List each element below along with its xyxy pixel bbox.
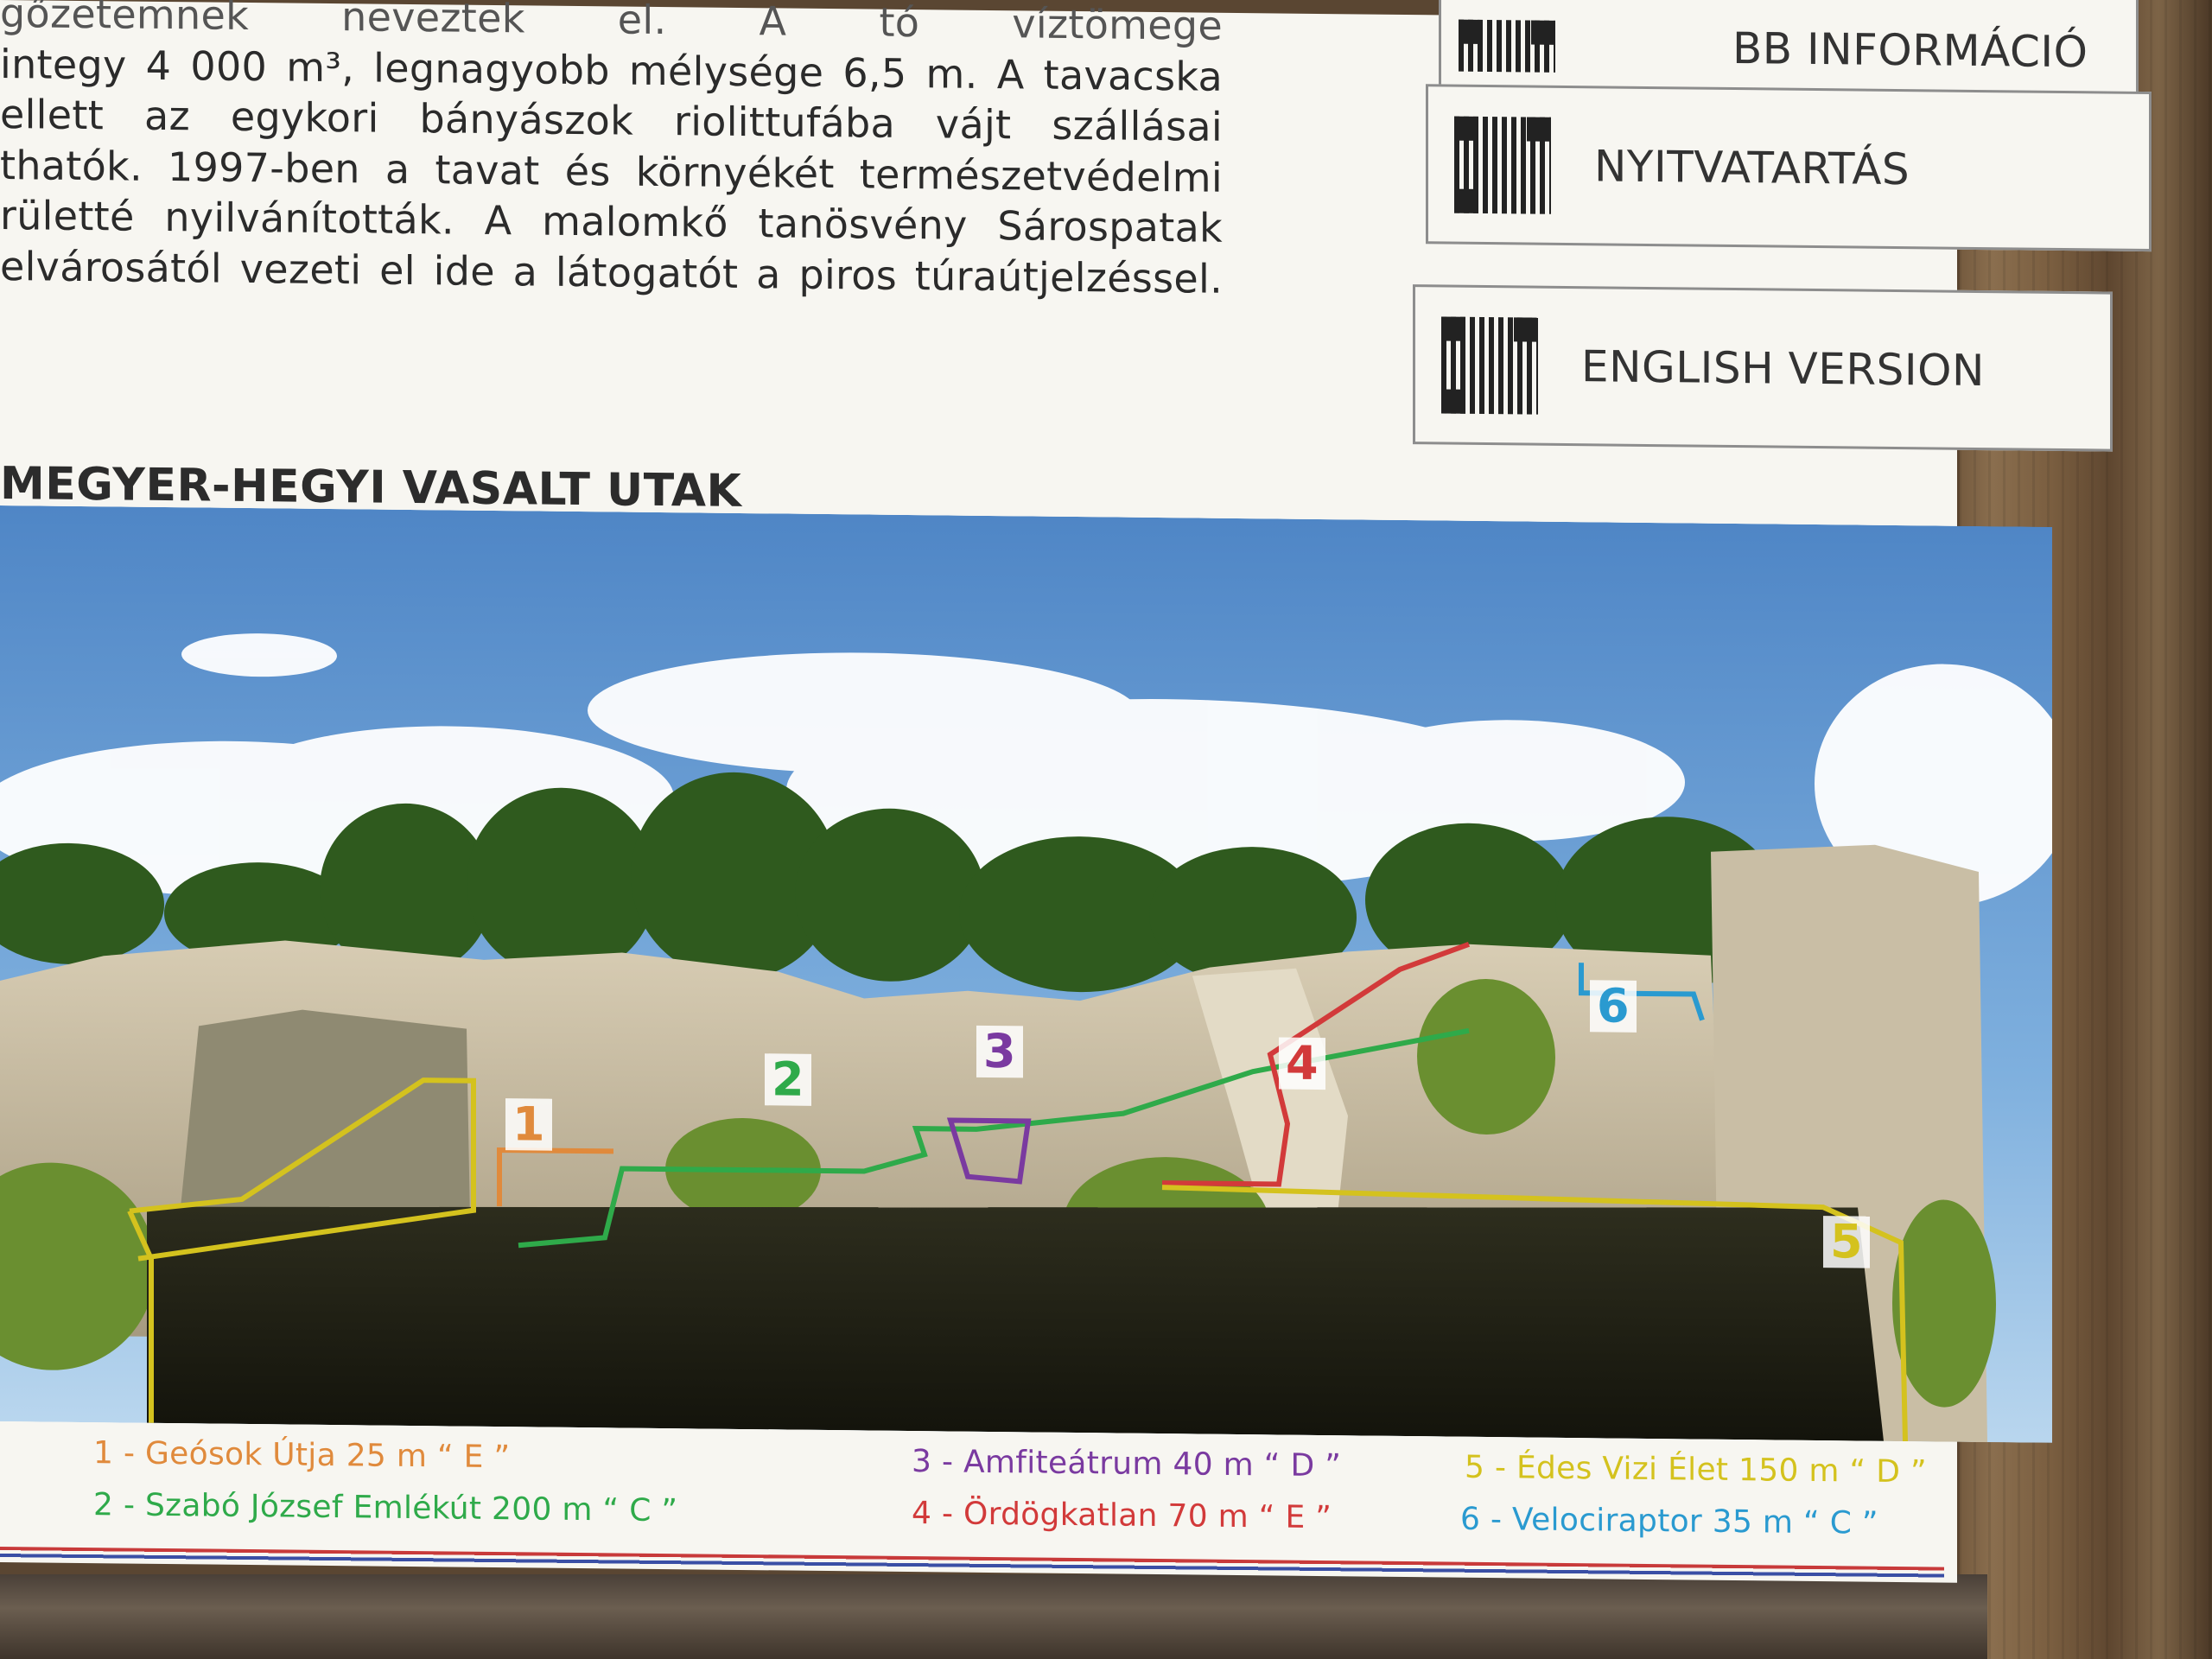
qr-button-english-version-label: ENGLISH VERSION — [1581, 340, 1985, 396]
route-marker-5: 5 — [1823, 1214, 1870, 1269]
legend-route-5: 5 - Édes Vizi Élet 150 m “ D ” — [1465, 1449, 1927, 1491]
info-sign-board: gőzetemnek neveztek el. A tó víztömege i… — [0, 0, 2152, 1583]
legend-route-2: 2 - Szabó József Emlékút 200 m “ C ” — [93, 1487, 678, 1529]
route-marker-3: 3 — [976, 1024, 1023, 1078]
intro-paragraph: gőzetemnek neveztek el. A tó víztömege i… — [0, 0, 1223, 304]
route-marker-4: 4 — [1279, 1036, 1325, 1090]
qr-button-english-version[interactable]: ENGLISH VERSION — [1413, 284, 2113, 452]
legend-route-6: 6 - Velociraptor 35 m “ C ” — [1460, 1501, 1878, 1541]
qr-code-icon — [1454, 116, 1551, 214]
legend-route-4: 4 - Ördögkatlan 70 m “ E ” — [912, 1496, 1332, 1536]
route-marker-1: 1 — [505, 1096, 552, 1152]
route-marker-6: 6 — [1590, 978, 1637, 1033]
legend-route-1: 1 - Geósok Útja 25 m “ E ” — [93, 1435, 511, 1476]
wooden-frame-bottom — [0, 1574, 1987, 1659]
route-marker-2: 2 — [765, 1052, 811, 1107]
qr-code-icon — [1459, 19, 1555, 73]
legend-route-3: 3 - Amfiteátrum 40 m “ D ” — [912, 1444, 1342, 1484]
qr-button-info-label: BB INFORMÁCIÓ — [1732, 22, 2088, 78]
quarry-lake-photo: 1 2 3 4 5 6 — [0, 505, 2052, 1443]
qr-button-opening-hours-label: NYITVATARTÁS — [1594, 140, 1910, 194]
qr-code-icon — [1441, 315, 1538, 415]
qr-button-opening-hours[interactable]: NYITVATARTÁS — [1426, 84, 2152, 252]
quarry-photo-illustration — [0, 505, 2052, 1443]
